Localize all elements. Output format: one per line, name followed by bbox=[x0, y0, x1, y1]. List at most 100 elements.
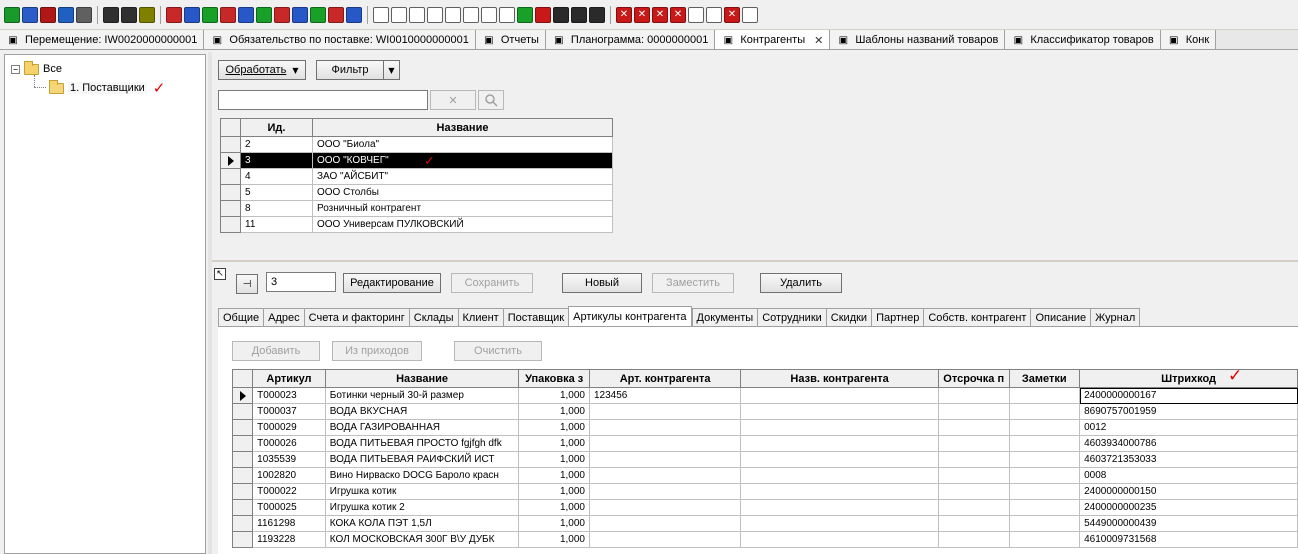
cell-delay[interactable] bbox=[937, 483, 1010, 500]
filter-split-button[interactable]: Фильтр ▼ bbox=[316, 60, 400, 80]
cell-c_art[interactable] bbox=[588, 451, 742, 468]
detail-tab[interactable]: Адрес bbox=[263, 308, 304, 327]
cell-c_art[interactable]: 123456 bbox=[588, 387, 742, 404]
cancel-2-icon[interactable]: ✕ bbox=[634, 6, 650, 23]
cell-name[interactable]: ЗАО "АЙСБИТ" bbox=[312, 168, 613, 185]
add-button[interactable]: Добавить bbox=[232, 341, 320, 361]
cell-barcode[interactable]: 5449000000439 bbox=[1079, 515, 1298, 532]
doc-tab[interactable]: ▣ Отчеты bbox=[475, 30, 546, 49]
doc-4-icon[interactable] bbox=[427, 6, 443, 23]
cell-name[interactable]: ВОДА ПИТЬЕВАЯ РАИФСКИЙ ИСТ bbox=[324, 451, 520, 468]
cell-delay[interactable] bbox=[937, 499, 1010, 516]
doc-3-icon[interactable] bbox=[409, 6, 425, 23]
table-row[interactable]: 1035539 ВОДА ПИТЬЕВАЯ РАИФСКИЙ ИСТ 1,000 46… bbox=[231, 451, 1298, 468]
replace-button[interactable]: Заместить bbox=[652, 273, 734, 293]
chevron-down-icon[interactable]: ▼ bbox=[383, 61, 399, 79]
book-green-icon[interactable] bbox=[517, 6, 533, 23]
detail-tab[interactable]: Общие bbox=[218, 308, 264, 327]
book-red-icon[interactable] bbox=[535, 6, 551, 23]
detail-tab[interactable]: Описание bbox=[1030, 308, 1091, 327]
pin-button[interactable]: ⊣ bbox=[236, 274, 258, 294]
column-header[interactable]: Артикул bbox=[252, 369, 326, 388]
cell-name[interactable]: Игрушка котик 2 bbox=[324, 499, 520, 516]
detail-tab[interactable]: Партнер bbox=[871, 308, 924, 327]
clear-search-button[interactable]: ✕ bbox=[430, 90, 476, 110]
cell-pack[interactable]: 1,000 bbox=[518, 451, 590, 468]
cell-art[interactable]: 1193228 bbox=[252, 531, 326, 548]
cell-art[interactable]: 1161298 bbox=[252, 515, 326, 532]
group-tree[interactable]: − Все 1. Поставщики ✓ bbox=[4, 54, 206, 554]
tree-collapse-toggle[interactable]: − bbox=[11, 64, 20, 74]
table-row[interactable]: 3 ООО "КОВЧЕГ" bbox=[220, 152, 613, 169]
column-header[interactable]: Название bbox=[324, 369, 520, 388]
cell-c_name[interactable] bbox=[740, 499, 939, 516]
tree-node-suppliers[interactable]: 1. Поставщики ✓ bbox=[49, 79, 165, 97]
column-header-id[interactable]: Ид. bbox=[240, 118, 313, 137]
cell-c_name[interactable] bbox=[740, 467, 939, 484]
cell-art[interactable]: 1035539 bbox=[252, 451, 326, 468]
cell-c_name[interactable] bbox=[740, 451, 939, 468]
cell-name[interactable]: ООО Универсам ПУЛКОВСКИЙ bbox=[312, 216, 613, 233]
cell-pack[interactable]: 1,000 bbox=[518, 531, 590, 548]
doc-8-icon[interactable] bbox=[499, 6, 515, 23]
cell-pack[interactable]: 1,000 bbox=[518, 419, 590, 436]
cell-notes[interactable] bbox=[1008, 435, 1081, 452]
cell-pack[interactable]: 1,000 bbox=[518, 387, 590, 404]
detail-tab[interactable]: Артикулы контрагента bbox=[568, 306, 692, 327]
cell-notes[interactable] bbox=[1008, 531, 1081, 548]
cell-notes[interactable] bbox=[1008, 387, 1081, 404]
shop-icon[interactable] bbox=[40, 6, 56, 23]
cancel-3-icon[interactable]: ✕ bbox=[652, 6, 668, 23]
detail-tab[interactable]: Документы bbox=[691, 308, 758, 327]
doc-6-icon[interactable] bbox=[463, 6, 479, 23]
contractor-id-field[interactable] bbox=[266, 272, 336, 292]
cancel-1-icon[interactable]: ✕ bbox=[616, 6, 632, 23]
contractors-table[interactable]: Ид. Название 2 ООО "Биола" 3 ООО "КОВЧЕГ" 4 З… bbox=[220, 118, 613, 233]
cell-art[interactable]: T000025 bbox=[252, 499, 326, 516]
cell-barcode[interactable]: 8690757001959 bbox=[1079, 403, 1298, 420]
table-row[interactable]: 2 ООО "Биола" bbox=[220, 136, 613, 153]
doc-tab[interactable]: ▣ Шаблоны названий товаров bbox=[830, 30, 1006, 49]
detail-tab[interactable]: Скидки bbox=[825, 308, 872, 327]
delete-button[interactable]: Удалить bbox=[760, 273, 842, 293]
cell-barcode[interactable]: 4610009731568 bbox=[1079, 531, 1298, 548]
doc-cancel-2-icon[interactable] bbox=[706, 6, 722, 23]
doc-tab[interactable]: ▣ Обязательство по поставке: WI0010000000… bbox=[204, 30, 476, 49]
cell-barcode[interactable]: 4603721353033 bbox=[1079, 451, 1298, 468]
articles-table[interactable]: Артикул Название Упаковка з Арт. контрагент… bbox=[231, 369, 1298, 548]
cell-name[interactable]: ВОДА ПИТЬЕВАЯ ПРОСТО fgjfgh dfk bbox=[324, 435, 520, 452]
cell-pack[interactable]: 1,000 bbox=[518, 499, 590, 516]
search-input[interactable] bbox=[218, 90, 428, 110]
table-row[interactable]: 1193228 КОЛ МОСКОВСКАЯ 300Г В\У ДУБК 1,000… bbox=[231, 531, 1298, 548]
cell-id[interactable]: 11 bbox=[240, 216, 313, 233]
cell-art[interactable]: 1002820 bbox=[252, 467, 326, 484]
table-row[interactable]: T000023 Ботинки черный 30-й размер 1,000 12… bbox=[231, 387, 1298, 404]
tree-3-icon[interactable] bbox=[202, 6, 218, 23]
cell-notes[interactable] bbox=[1008, 515, 1081, 532]
doc-tab[interactable]: ▣ Контрагенты ✕ bbox=[715, 30, 831, 49]
save-button[interactable]: Сохранить bbox=[451, 273, 533, 293]
cell-notes[interactable] bbox=[1008, 483, 1081, 500]
cell-name[interactable]: Игрушка котик bbox=[324, 483, 520, 500]
cell-barcode[interactable]: 2400000000235 bbox=[1079, 499, 1298, 516]
table-row[interactable]: 1161298 КОКА КОЛА ПЭТ 1,5Л 1,000 5449000000… bbox=[231, 515, 1298, 532]
cell-pack[interactable]: 1,000 bbox=[518, 483, 590, 500]
from-receipts-button[interactable]: Из приходов bbox=[332, 341, 422, 361]
cell-name[interactable]: Ботинки черный 30-й размер bbox=[324, 387, 520, 404]
cell-c_name[interactable] bbox=[740, 387, 939, 404]
detail-tab[interactable]: Склады bbox=[408, 308, 458, 327]
edit-button[interactable]: Редактирование bbox=[343, 273, 441, 293]
table-row[interactable]: 4 ЗАО "АЙСБИТ" bbox=[220, 168, 613, 185]
process-dropdown-button[interactable]: Обработать ▼ bbox=[218, 60, 306, 80]
cell-c_name[interactable] bbox=[740, 531, 939, 548]
doc-tab[interactable]: ▣ Планограмма: 0000000001 bbox=[545, 30, 716, 49]
cell-name[interactable]: Вино Нирваско DOCG Бароло красн bbox=[324, 467, 520, 484]
doc-7-icon[interactable] bbox=[481, 6, 497, 23]
cell-id[interactable]: 5 bbox=[240, 184, 313, 201]
life-ring-icon[interactable] bbox=[22, 6, 38, 23]
cell-name[interactable]: Розничный контрагент bbox=[312, 200, 613, 217]
expand-arrow-icon[interactable]: ↖ bbox=[214, 268, 226, 280]
search-button[interactable] bbox=[478, 90, 504, 110]
cell-c_name[interactable] bbox=[740, 419, 939, 436]
detail-tab[interactable]: Счета и факторинг bbox=[303, 308, 409, 327]
